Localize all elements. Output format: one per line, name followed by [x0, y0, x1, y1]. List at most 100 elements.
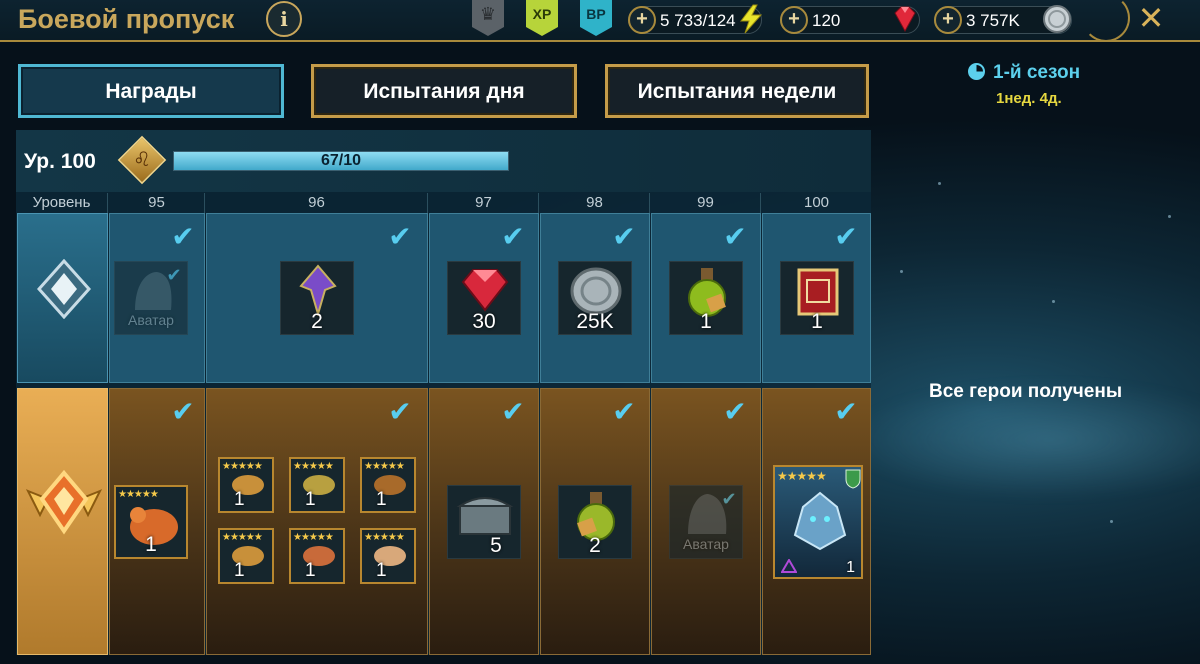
hero-portrait-icon — [793, 491, 847, 551]
background-spark — [1052, 300, 1055, 303]
claimed-check-icon: ✔ — [388, 221, 412, 252]
tab-rewards[interactable]: Награды — [18, 64, 284, 118]
chicken-reward: ★★★★★ 1 — [360, 457, 416, 513]
gold-rank-icon — [26, 469, 102, 535]
silver-reward: 25K — [558, 261, 632, 335]
paid-reward-99[interactable]: ✔ ✔ Аватар — [651, 388, 761, 655]
free-track-label — [17, 213, 108, 383]
background-spark — [1168, 215, 1171, 218]
claimed-check-icon: ✔ — [723, 221, 747, 252]
reward-qty: 1 — [234, 489, 245, 510]
free-reward-98[interactable]: ✔ 25K — [540, 213, 650, 383]
reward-qty: 1 — [305, 489, 316, 510]
free-reward-96[interactable]: ✔ 2 — [206, 213, 428, 383]
artifact-reward: 2 — [280, 261, 354, 335]
level-100: 100 — [803, 194, 830, 211]
chicken-reward: ★★★★★ 1 — [218, 528, 274, 584]
gem-icon — [461, 269, 509, 312]
claimed-check-icon: ✔ — [612, 221, 636, 252]
free-reward-97[interactable]: ✔ 30 — [429, 213, 539, 383]
paid-reward-95[interactable]: ✔ ★★★★★ 1 — [109, 388, 205, 655]
star-rating: ★★★★★ — [364, 532, 405, 543]
corner-ornament — [1082, 0, 1130, 42]
chicken-qty: 1 — [145, 533, 157, 556]
add-gems-button[interactable]: + — [780, 6, 808, 34]
energy-counter: + 5 733/124 — [628, 4, 763, 34]
background-spark — [938, 182, 941, 185]
free-reward-100[interactable]: ✔ 1 — [762, 213, 871, 383]
tab-daily-challenges[interactable]: Испытания дня — [311, 64, 577, 118]
claimed-check-icon: ✔ — [166, 265, 182, 285]
potion-qty: 1 — [700, 310, 712, 333]
paid-reward-98[interactable]: ✔ 2 — [540, 388, 650, 655]
shield-icon — [845, 469, 861, 489]
paid-track-label — [17, 388, 108, 655]
tab-weekly-challenges[interactable]: Испытания недели — [605, 64, 869, 118]
claimed-check-icon: ✔ — [834, 221, 858, 252]
info-button[interactable]: i — [266, 1, 302, 37]
level-98: 98 — [540, 193, 650, 213]
crown-icon[interactable]: ♛ — [472, 0, 504, 36]
reward-qty: 1 — [376, 489, 387, 510]
chicken-reward: ★★★★★ 1 — [218, 457, 274, 513]
level-95: 95 — [109, 193, 205, 213]
chicken-reward: ★★★★★ 1 — [289, 528, 345, 584]
reward-qty: 1 — [305, 560, 316, 581]
level-progress-bar: 67/10 — [173, 151, 509, 171]
star-rating: ★★★★★ — [293, 532, 334, 543]
bp-badge[interactable]: BP — [580, 0, 612, 36]
xp-badge[interactable]: XP — [526, 0, 558, 36]
paid-reward-100[interactable]: ✔ ★★★★★ 1 — [762, 388, 871, 655]
silver-qty: 25K — [576, 310, 614, 333]
star-rating: ★★★★★ — [222, 461, 263, 472]
gem-icon — [894, 6, 916, 33]
level-99: 99 — [651, 193, 761, 213]
background-spark — [1110, 520, 1113, 523]
potion-reward: 2 — [558, 485, 632, 559]
reward-qty: 1 — [376, 560, 387, 581]
silver-coin-icon — [1043, 5, 1071, 33]
gem-reward: 30 — [447, 261, 521, 335]
star-rating: ★★★★★ — [118, 489, 159, 500]
avatar-reward: ✔ Аватар — [669, 485, 743, 559]
top-bar: Боевой пропуск i ♛ XP BP + 5 733/124 + 1… — [0, 0, 1200, 42]
avatar-reward: ✔ Аватар — [114, 261, 188, 335]
gem-qty: 30 — [472, 310, 496, 333]
season-label: 1-й сезон — [968, 62, 1080, 84]
clock-icon — [968, 63, 985, 80]
paid-reward-97[interactable]: ✔ 5 — [429, 388, 539, 655]
energy-value: 5 733/124 — [660, 11, 736, 30]
claimed-check-icon: ✔ — [721, 489, 737, 509]
page-title: Боевой пропуск — [18, 4, 235, 34]
close-button[interactable]: ✕ — [1134, 1, 1168, 35]
chest-qty: 5 — [490, 534, 502, 557]
claimed-check-icon: ✔ — [171, 221, 195, 252]
claimed-check-icon: ✔ — [612, 396, 636, 427]
chest-reward: 5 — [447, 485, 521, 559]
level-97: 97 — [429, 193, 539, 213]
claimed-check-icon: ✔ — [834, 396, 858, 427]
free-reward-95[interactable]: ✔ ✔ Аватар — [109, 213, 205, 383]
add-energy-button[interactable]: + — [628, 6, 656, 34]
star-rating: ★★★★★ — [293, 461, 334, 472]
chicken-reward: ★★★★★ 1 — [114, 485, 188, 559]
star-rating: ★★★★★ — [777, 469, 827, 483]
hero-reward: ★★★★★ 1 — [773, 465, 863, 579]
paid-reward-96[interactable]: ✔ ★★★★★ 1 ★★★★★ 1 ★★★★★ 1 ★★★★★ 1 ★★★★★ 1 ★★★… — [206, 388, 428, 655]
avatar-label: Аватар — [683, 536, 729, 552]
chicken-reward: ★★★★★ 1 — [360, 528, 416, 584]
claimed-check-icon: ✔ — [388, 396, 412, 427]
hero-qty: 1 — [846, 559, 855, 576]
free-reward-99[interactable]: ✔ 1 — [651, 213, 761, 383]
chicken-reward: ★★★★★ 1 — [289, 457, 345, 513]
chest-icon — [456, 497, 514, 535]
level-96: 96 — [206, 193, 428, 213]
artifact-icon — [299, 264, 337, 316]
add-silver-button[interactable]: + — [934, 6, 962, 34]
level-header-row: Уровень 95 96 97 98 99 100 — [16, 193, 871, 213]
level-column-header: Уровень — [16, 193, 108, 213]
gems-value: 120 — [812, 11, 841, 30]
gems-counter: + 120 — [780, 6, 920, 34]
silver-counter: + 3 757K — [934, 5, 1072, 34]
claimed-check-icon: ✔ — [171, 396, 195, 427]
